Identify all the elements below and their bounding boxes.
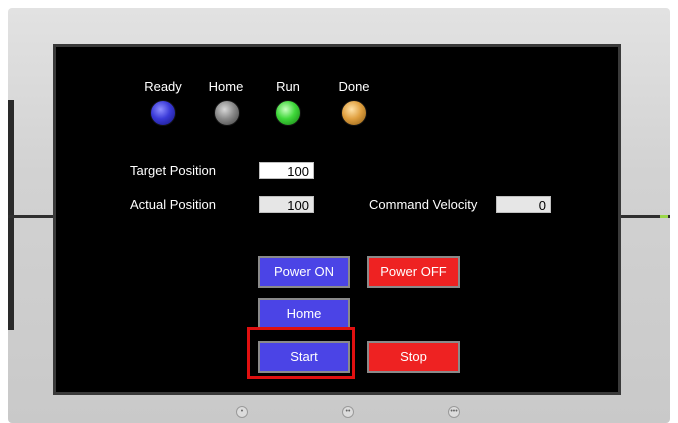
start-highlight-box	[247, 327, 355, 379]
home-lamp-icon	[214, 100, 240, 126]
ready-lamp-icon	[150, 100, 176, 126]
command-velocity-label: Command Velocity	[369, 197, 478, 212]
softkey-right-icon[interactable]: •••	[448, 406, 460, 418]
power-off-button[interactable]: Power OFF	[367, 256, 460, 288]
status-led-icon	[660, 215, 668, 218]
power-on-button[interactable]: Power ON	[258, 256, 350, 288]
actual-position-label: Actual Position	[130, 197, 216, 212]
lamp-label-done: Done	[338, 79, 370, 94]
lamp-label-run: Run	[276, 79, 300, 94]
run-lamp-icon	[275, 100, 301, 126]
command-velocity-field: 0	[496, 196, 551, 213]
home-button[interactable]: Home	[258, 298, 350, 330]
lamp-label-home: Home	[208, 79, 244, 94]
done-lamp-icon	[341, 100, 367, 126]
softkey-left-icon[interactable]: •	[236, 406, 248, 418]
softkey-center-icon[interactable]: ••	[342, 406, 354, 418]
target-position-label: Target Position	[130, 163, 216, 178]
lamp-label-ready: Ready	[144, 79, 182, 94]
stop-button[interactable]: Stop	[367, 341, 460, 373]
target-position-field[interactable]: 100	[259, 162, 314, 179]
actual-position-field: 100	[259, 196, 314, 213]
bezel-left-line	[8, 215, 53, 218]
